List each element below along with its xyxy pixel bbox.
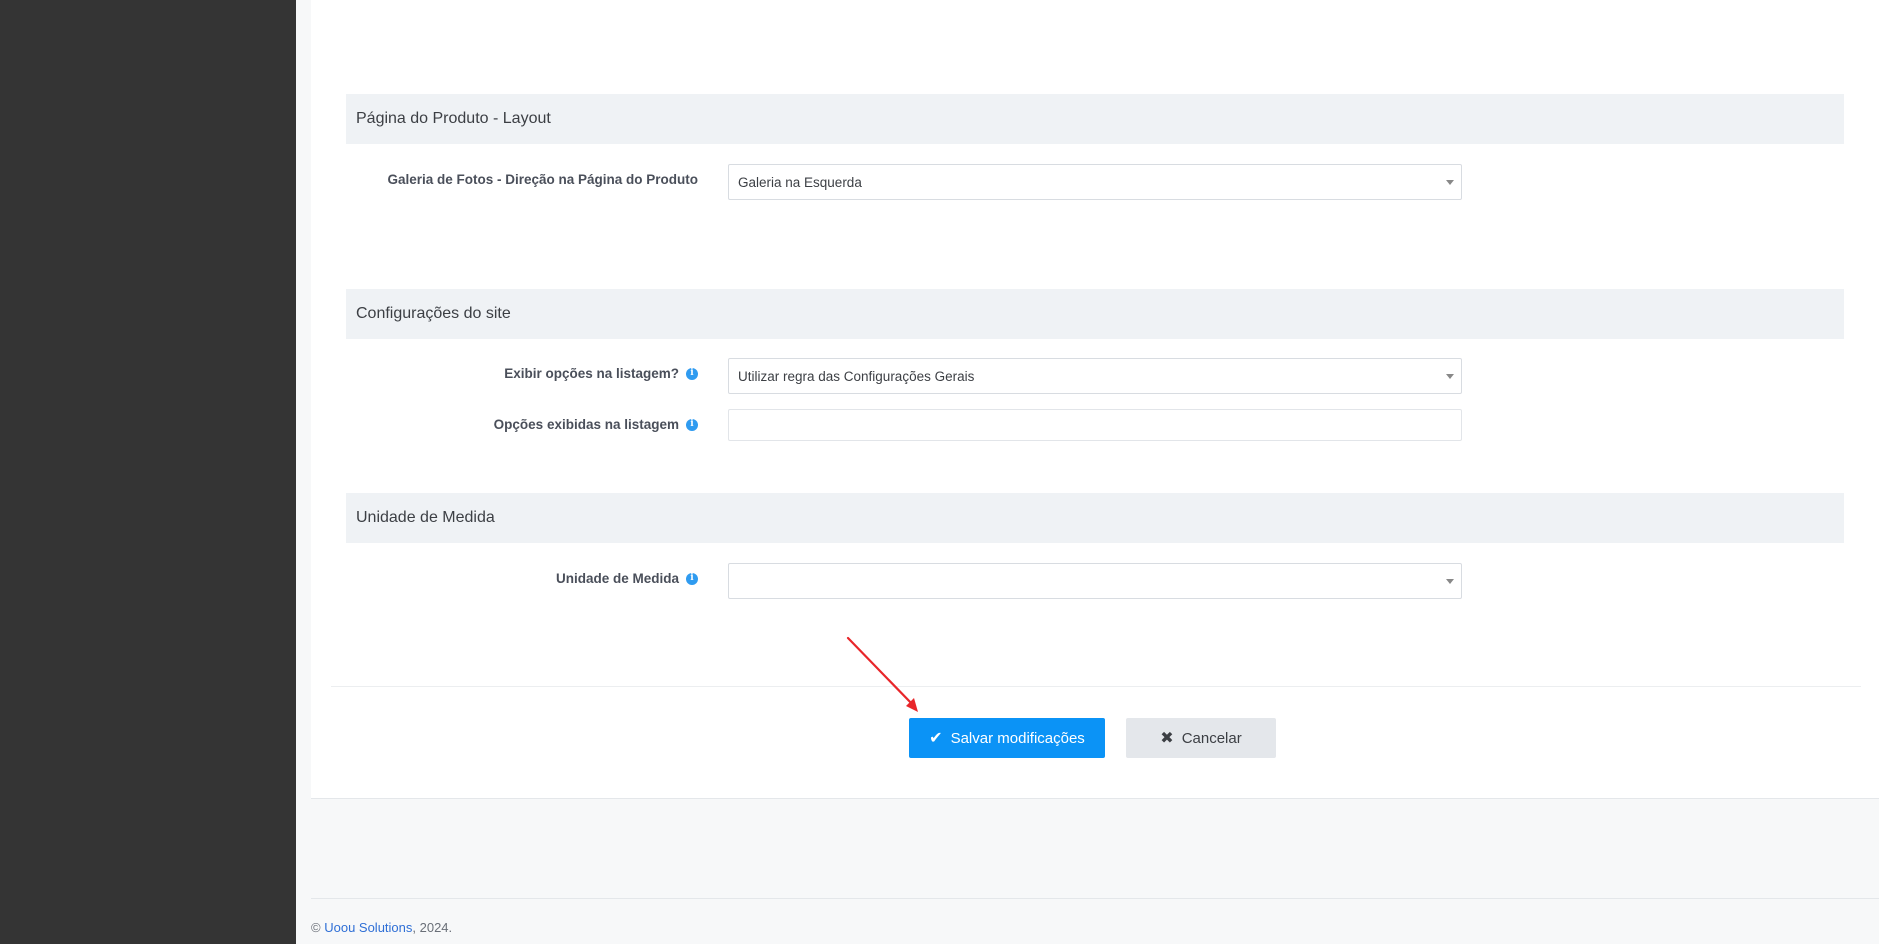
field-label-text: Galeria de Fotos - Direção na Página do … — [387, 172, 698, 187]
copyright-symbol: © — [311, 920, 321, 935]
info-icon[interactable]: i — [686, 572, 698, 585]
copyright-year: , 2024. — [412, 920, 453, 935]
caret-down-icon — [1446, 374, 1454, 379]
form-divider — [331, 686, 1861, 687]
sidebar — [0, 0, 296, 944]
section-title: Unidade de Medida — [356, 509, 495, 526]
section-title: Configurações do site — [356, 305, 511, 322]
select-value: Utilizar regra das Configurações Gerais — [738, 368, 975, 384]
section-header-site-config: Configurações do site — [346, 289, 1844, 339]
company-link[interactable]: Uoou Solutions — [324, 920, 412, 935]
section-header-unit: Unidade de Medida — [346, 493, 1844, 543]
info-icon[interactable]: i — [686, 418, 698, 431]
gallery-direction-select[interactable]: Galeria na Esquerda — [728, 164, 1462, 200]
show-options-select[interactable]: Utilizar regra das Configurações Gerais — [728, 358, 1462, 394]
save-button[interactable]: ✔ Salvar modificações — [909, 718, 1105, 758]
footer-divider — [311, 898, 1879, 899]
times-icon: ✖ — [1160, 730, 1174, 747]
unit-label: Unidade de Medida i — [556, 571, 698, 586]
info-icon[interactable]: i — [686, 367, 698, 380]
save-button-label: Salvar modificações — [950, 729, 1085, 747]
unit-select[interactable] — [728, 563, 1462, 599]
cancel-button-label: Cancelar — [1181, 729, 1242, 747]
check-icon: ✔ — [929, 730, 943, 747]
footer-copyright: © Uoou Solutions, 2024. — [311, 920, 452, 935]
show-options-label: Exibir opções na listagem? i — [504, 366, 698, 381]
field-label-text: Unidade de Medida — [555, 571, 679, 586]
caret-down-icon — [1446, 579, 1454, 584]
shown-options-label: Opções exibidas na listagem i — [494, 417, 698, 432]
field-label-text: Opções exibidas na listagem — [493, 417, 679, 432]
cancel-button[interactable]: ✖ Cancelar — [1126, 718, 1276, 758]
gallery-direction-label: Galeria de Fotos - Direção na Página do … — [387, 172, 698, 187]
section-title: Página do Produto - Layout — [356, 110, 551, 127]
field-label-text: Exibir opções na listagem? — [504, 366, 679, 381]
section-header-product-layout: Página do Produto - Layout — [346, 94, 1844, 144]
select-value: Galeria na Esquerda — [738, 174, 862, 190]
caret-down-icon — [1446, 180, 1454, 185]
shown-options-input[interactable] — [728, 409, 1462, 441]
